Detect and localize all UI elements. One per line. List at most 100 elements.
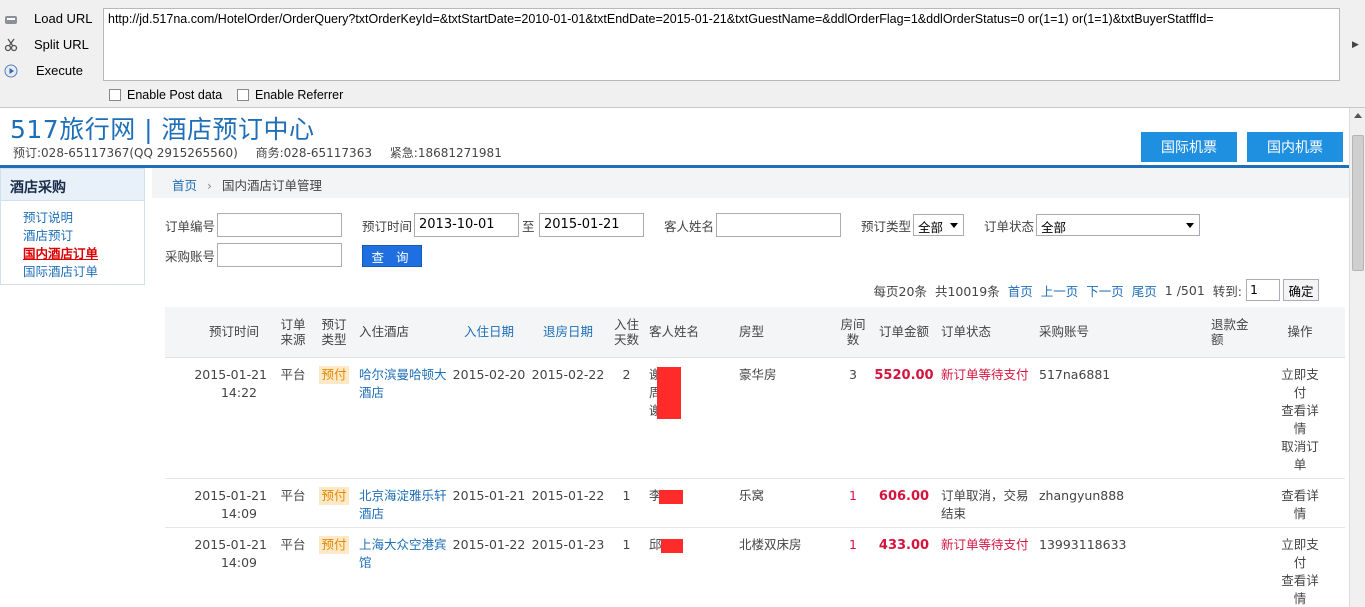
per-page-text: 每页20条 — [873, 283, 927, 299]
col-booking-time: 预订时间 — [165, 307, 273, 358]
col-checkin[interactable]: 入住日期 — [450, 307, 528, 358]
view-details-link[interactable]: 查看详情 — [1278, 572, 1322, 607]
urgent-phone: 紧急:18681271981 — [389, 146, 502, 160]
col-status: 订单状态 — [937, 307, 1035, 358]
prepay-badge: 预付 — [319, 486, 349, 505]
breadcrumb: 首页 › 国内酒店订单管理 — [152, 168, 1349, 198]
col-room-type: 房型 — [739, 307, 835, 358]
rooms-count: 1 — [849, 536, 857, 552]
col-nights: 入住天数 — [608, 307, 645, 358]
checkout-cell: 2015-02-22 — [528, 357, 608, 479]
room-type-cell: 北楼双床房 — [739, 527, 835, 607]
view-details-link[interactable]: 查看详情 — [1278, 487, 1322, 523]
pager: 每页20条 共10019条 首页 上一页 下一页 尾页 1 /501 转到: 1… — [874, 278, 1319, 302]
execute-button[interactable]: Execute — [0, 59, 100, 83]
site-title: 517旅行网 | 酒店预订中心 — [10, 115, 315, 144]
guest-name-input[interactable] — [716, 213, 841, 237]
enable-post-checkbox[interactable]: Enable Post data — [109, 88, 222, 102]
table-row: 2015-01-21 14:09 平台 预付 上海大众空港宾馆 2015-01-2… — [165, 527, 1345, 607]
dropdown-arrow-icon — [950, 223, 958, 228]
ops-cell: 查看详情 — [1255, 478, 1345, 528]
load-url-icon — [5, 16, 17, 24]
order-status: 新订单等待支付 — [941, 536, 1029, 552]
pager-last-link[interactable]: 尾页 — [1132, 281, 1157, 300]
web-page: 517旅行网 | 酒店预订中心 预订:028-65117367(QQ 29152… — [0, 108, 1349, 607]
col-checkout[interactable]: 退房日期 — [528, 307, 608, 358]
business-phone: 商务:028-65117363 — [255, 146, 372, 160]
tab-intl-flights[interactable]: 国际机票 — [1141, 132, 1237, 162]
end-date-input[interactable]: 2015-01-21 — [539, 213, 644, 237]
redaction-mark — [657, 366, 681, 419]
dropdown-arrow-icon — [1186, 223, 1194, 228]
play-icon — [4, 64, 18, 78]
scroll-up-arrow-icon[interactable] — [1354, 113, 1362, 118]
rooms-count: 1 — [849, 487, 857, 503]
checkbox-box[interactable] — [109, 89, 121, 101]
tab-dom-flights[interactable]: 国内机票 — [1247, 132, 1343, 162]
sidebar-item-hotel-booking[interactable]: 酒店预订 — [23, 227, 144, 245]
split-url-button[interactable]: Split URL — [0, 33, 100, 57]
booking-type-label: 预订类型 — [861, 219, 912, 234]
source-cell: 平台 — [273, 357, 313, 479]
checkin-cell: 2015-02-20 — [450, 357, 528, 479]
scrollbar-thumb[interactable] — [1352, 135, 1364, 271]
booking-type-select[interactable]: 全部 — [913, 214, 964, 236]
site-header: 517旅行网 | 酒店预订中心 预订:028-65117367(QQ 29152… — [0, 108, 1349, 168]
pay-now-link[interactable]: 立即支付 — [1278, 536, 1322, 572]
refund-cell — [1207, 357, 1255, 479]
pay-now-link[interactable]: 立即支付 — [1278, 366, 1322, 402]
table-row: 2015-01-21 14:22 平台 预付 哈尔滨曼哈顿大酒店 2015-02-… — [165, 357, 1345, 479]
redaction-mark — [659, 489, 683, 504]
expand-arrow-icon[interactable]: ▶ — [1352, 40, 1359, 50]
load-url-button[interactable]: Load URL — [0, 7, 100, 31]
col-buyer: 采购账号 — [1035, 307, 1207, 358]
booking-date: 2015-01-21 — [194, 366, 267, 382]
ops-cell: 立即支付 查看详情 — [1255, 527, 1345, 607]
status-cell: 新订单等待支付 — [937, 527, 1035, 607]
guest-name-label: 客人姓名 — [664, 219, 715, 234]
goto-page-input[interactable]: 1 — [1246, 279, 1280, 301]
hotel-link[interactable]: 北京海淀雅乐轩酒店 — [359, 488, 447, 521]
order-status-select[interactable]: 全部 — [1036, 214, 1200, 236]
checkin-cell: 2015-01-21 — [450, 478, 528, 528]
order-status: 新订单等待支付 — [941, 366, 1029, 382]
table-row: 2015-01-21 14:09 平台 预付 北京海淀雅乐轩酒店 2015-01-… — [165, 478, 1345, 528]
sidebar-item-domestic-orders[interactable]: 国内酒店订单 — [23, 245, 144, 263]
hotel-link[interactable]: 哈尔滨曼哈顿大酒店 — [359, 367, 447, 400]
type-cell: 预付 — [313, 357, 355, 479]
start-date-input[interactable]: 2013-10-01 — [414, 213, 519, 237]
pager-first-link[interactable]: 首页 — [1008, 281, 1033, 300]
booking-time: 14:09 — [220, 554, 257, 570]
col-ops: 操作 — [1255, 307, 1345, 358]
refund-cell — [1207, 527, 1255, 607]
scissors-icon — [4, 38, 18, 52]
ops-cell: 立即支付 查看详情 取消订单 — [1255, 357, 1345, 479]
hotel-link[interactable]: 上海大众空港宾馆 — [359, 537, 447, 570]
pager-next-link[interactable]: 下一页 — [1086, 281, 1124, 300]
sidebar-item-intl-orders[interactable]: 国际酒店订单 — [23, 263, 144, 281]
enable-referrer-checkbox[interactable]: Enable Referrer — [237, 88, 343, 102]
orders-table: 预订时间 订单来源 预订类型 入住酒店 入住日期 退房日期 入住天数 客人姓名 … — [165, 307, 1345, 607]
view-details-link[interactable]: 查看详情 — [1278, 402, 1322, 438]
nights-cell: 1 — [608, 478, 645, 528]
sidebar-item-booking-guide[interactable]: 预订说明 — [23, 209, 144, 227]
cancel-order-link[interactable]: 取消订单 — [1278, 438, 1322, 474]
type-cell: 预付 — [313, 527, 355, 607]
to-label: 至 — [522, 219, 535, 234]
checkbox-box[interactable] — [237, 89, 249, 101]
order-no-input[interactable] — [217, 213, 342, 237]
query-button[interactable]: 查 询 — [362, 245, 422, 267]
col-hotel: 入住酒店 — [355, 307, 450, 358]
vertical-scrollbar[interactable] — [1349, 108, 1365, 607]
buyer-account-input[interactable] — [217, 243, 342, 267]
breadcrumb-home[interactable]: 首页 — [172, 178, 197, 193]
url-textarea[interactable]: http://jd.517na.com/HotelOrder/OrderQuer… — [103, 8, 1340, 81]
pager-prev-link[interactable]: 上一页 — [1041, 281, 1079, 300]
amount-cell: 433.00 — [871, 527, 937, 607]
room-type-cell: 乐窝 — [739, 478, 835, 528]
rooms-cell: 1 — [835, 478, 871, 528]
room-type-cell: 豪华房 — [739, 357, 835, 479]
goto-confirm-button[interactable]: 确定 — [1283, 279, 1319, 301]
booking-time: 14:09 — [220, 505, 257, 521]
prepay-badge: 预付 — [319, 535, 349, 554]
